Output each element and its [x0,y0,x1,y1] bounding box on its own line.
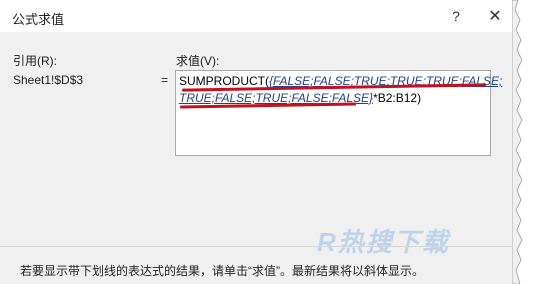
reference-value: Sheet1!$D$3 [13,73,84,87]
close-icon[interactable]: ✕ [486,8,504,25]
formula-suffix: *B2:B12) [373,91,422,105]
torn-edge [512,0,523,284]
help-button[interactable]: ? [447,8,465,24]
dialog-title: 公式求值 [12,12,65,27]
formula-evaluation-dialog: 公式求值 ? ✕ 引用(R): 求值(V): Sheet1!$D$3 = SUM… [0,0,516,284]
reference-label: 引用(R): [13,54,57,68]
equals-sign: = [161,73,169,87]
footer-bar: 若要显示带下划线的表达式的结果，请单击“求值”。最新结果将以斜体显示。 [0,246,516,284]
instruction-text: 若要显示带下划线的表达式的结果，请单击“求值”。最新结果将以斜体显示。 [20,264,424,278]
evaluation-textbox[interactable]: SUMPRODUCT({FALSE;FALSE;TRUE;TRUE;TRUE;F… [175,70,502,156]
title-bar: 公式求值 ? ✕ [0,0,516,32]
formula-prefix: SUMPRODUCT( [179,74,269,88]
evaluation-label: 求值(V): [176,54,220,68]
